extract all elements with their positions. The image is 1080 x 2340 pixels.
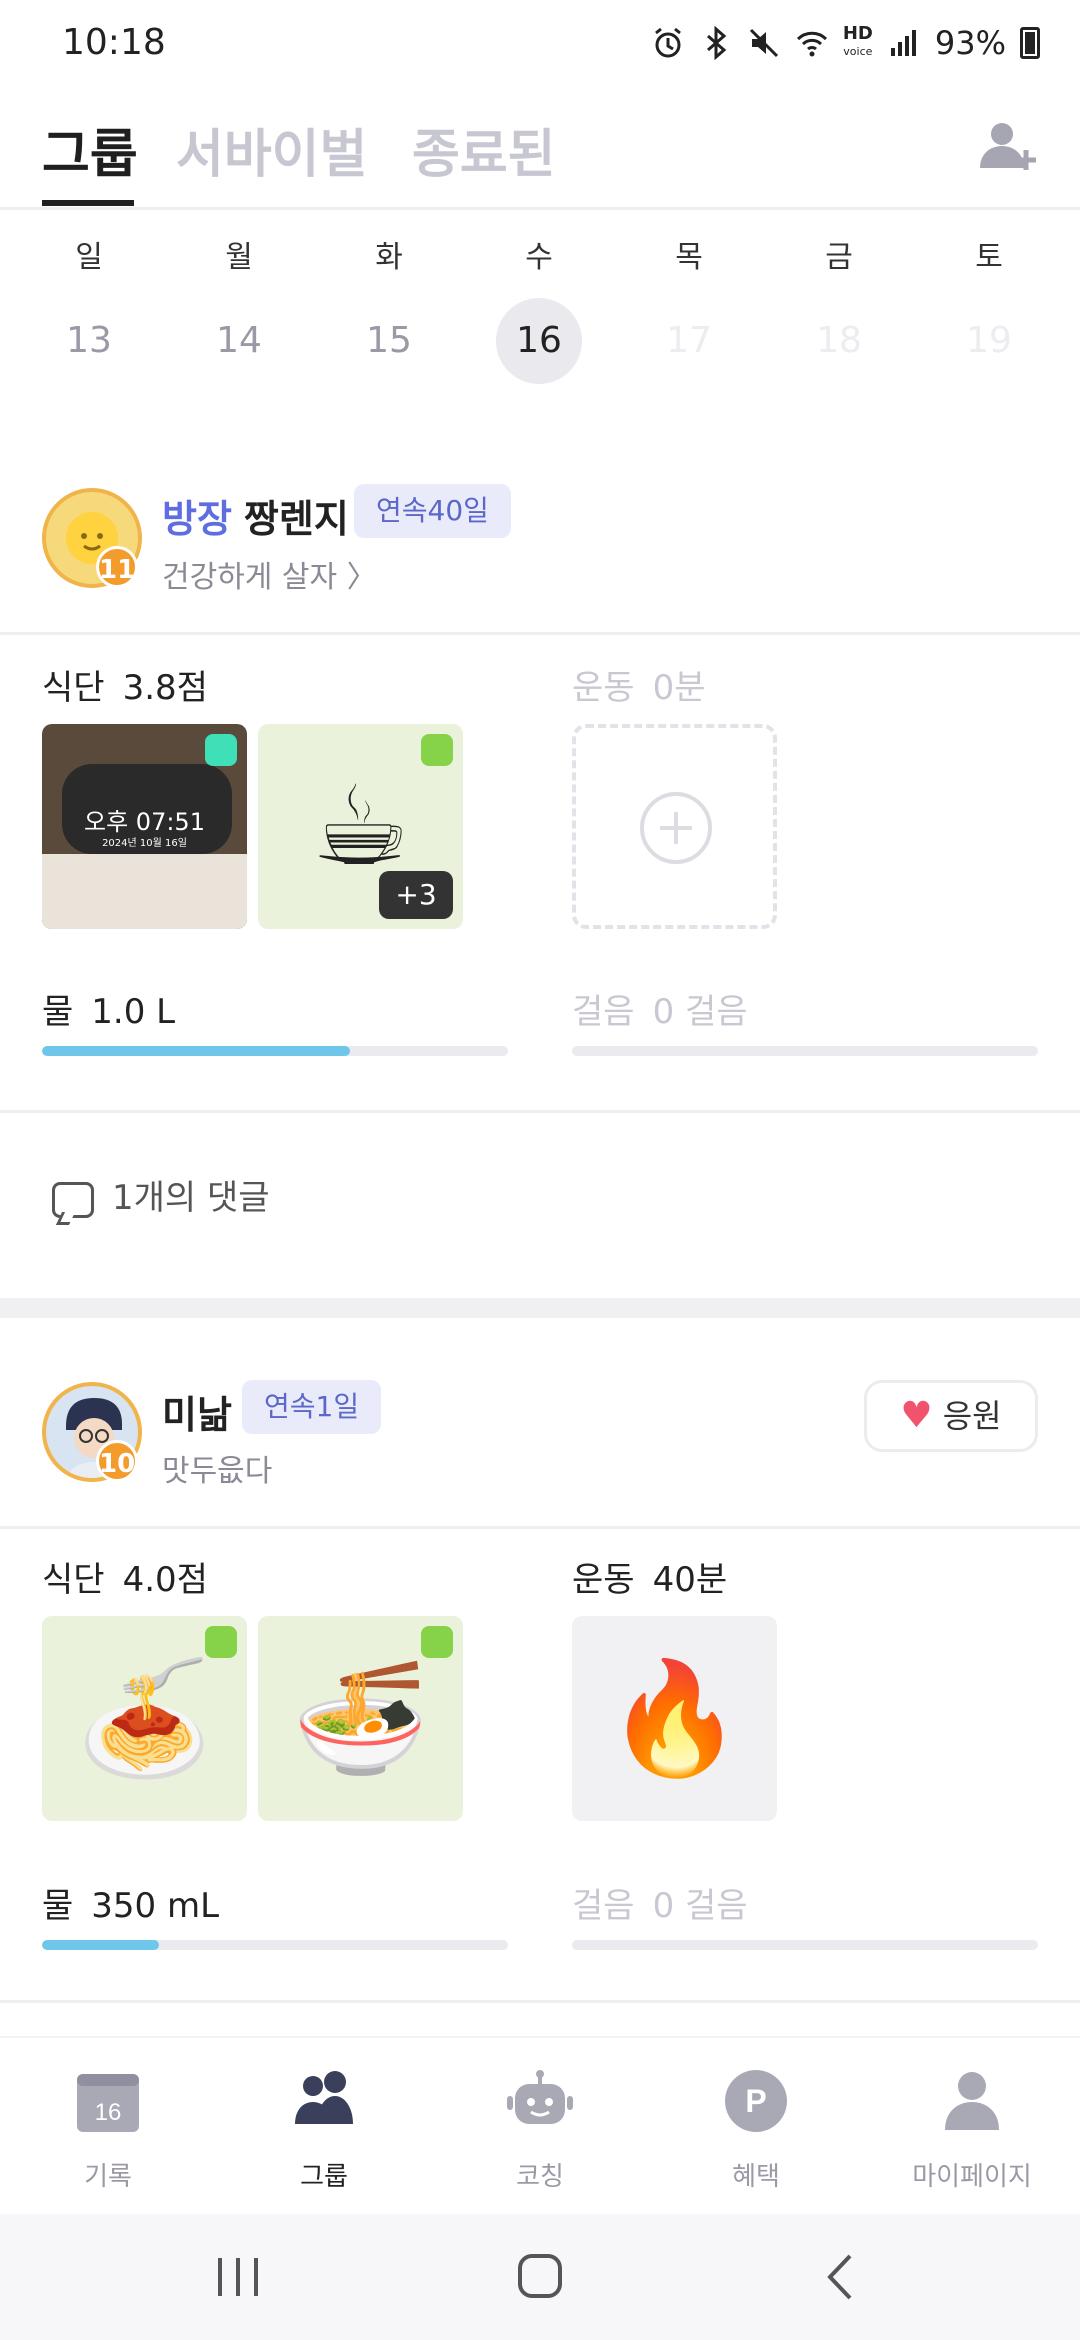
status-bar: 10:18 HD voice 93% — [0, 0, 1080, 92]
card-separator — [0, 1298, 1080, 1318]
streak-badge: 연속40일 — [354, 484, 511, 538]
calendar-day: 금 18 — [816, 240, 862, 361]
diet-score: 식단 3.8점 — [42, 668, 208, 708]
tab-ended[interactable]: 종료된 — [412, 112, 556, 187]
wifi-icon — [796, 31, 827, 57]
water-summary: 물 350 mL — [42, 1886, 220, 1926]
nav-record[interactable]: 16 기록 — [8, 2068, 208, 2193]
member-name[interactable]: 미낢 — [162, 1384, 232, 1439]
exercise-summary: 운동 40분 — [572, 1560, 728, 1600]
nav-benefits[interactable]: P 혜택 — [656, 2068, 856, 2193]
check-icon — [205, 1626, 237, 1658]
bluetooth-icon — [706, 26, 727, 60]
exercise-summary: 운동 0분 — [572, 668, 706, 708]
steps-summary: 걸음 0 걸음 — [572, 992, 748, 1032]
tab-survival[interactable]: 서바이벌 — [176, 112, 367, 187]
steps-progress-bar — [572, 1940, 1038, 1950]
svg-text:P: P — [745, 2083, 766, 2119]
check-icon — [421, 734, 453, 766]
bottom-nav: 16 기록 그룹 코칭 P 혜택 마이페이지 — [0, 2036, 1080, 2212]
signal-icon — [890, 30, 916, 56]
level-badge: 11 — [96, 546, 138, 588]
steps-progress-bar — [572, 1046, 1038, 1056]
tab-group[interactable]: 그룹 — [42, 112, 138, 187]
meal-photo[interactable]: 🍜 — [258, 1616, 463, 1821]
plus-icon — [640, 792, 712, 864]
android-nav-bar — [0, 2214, 1080, 2340]
exercise-photo[interactable]: 🔥 — [572, 1616, 777, 1821]
home-button[interactable] — [510, 2252, 570, 2302]
group-icon — [295, 2071, 353, 2124]
comment-icon — [52, 1181, 94, 1218]
status-message[interactable]: 건강하게 살자 〉 — [162, 552, 377, 596]
calendar-day[interactable]: 화 15 — [344, 232, 434, 384]
hd-voice-icon: HD voice — [842, 23, 873, 59]
meal-photo[interactable]: 오후 07:51 2024년 10월 16일 — [42, 724, 247, 929]
robot-icon — [507, 2070, 573, 2124]
streak-badge: 연속1일 — [242, 1380, 382, 1434]
alarm-icon — [654, 27, 681, 58]
nav-group[interactable]: 그룹 — [224, 2068, 424, 2193]
photo-timestamp: 오후 07:51 — [84, 808, 205, 836]
week-calendar: 일 13 월 14 화 15 수 16 목 17 금 18 토 19 — [0, 232, 1080, 392]
battery-percent: 93% — [934, 24, 1006, 62]
calendar-day[interactable]: 일 13 — [44, 232, 134, 384]
active-tab-indicator — [42, 200, 134, 206]
water-progress-bar — [42, 1046, 508, 1056]
svg-text:16: 16 — [95, 2099, 122, 2126]
person-icon — [945, 2072, 999, 2130]
back-button[interactable] — [812, 2252, 872, 2302]
add-friend-icon[interactable] — [976, 120, 1040, 176]
calendar-day[interactable]: 월 14 — [194, 232, 284, 384]
diet-score: 식단 4.0점 — [42, 1560, 208, 1600]
nav-coaching[interactable]: 코칭 — [440, 2068, 640, 2193]
recent-apps-button[interactable] — [208, 2252, 268, 2302]
nav-mypage[interactable]: 마이페이지 — [872, 2068, 1072, 2193]
calendar-day: 토 19 — [966, 240, 1012, 361]
chevron-right-icon: 〉 — [346, 560, 377, 595]
calendar-day-today[interactable]: 수 16 — [494, 232, 584, 384]
meal-photo[interactable]: 🍝 — [42, 1616, 247, 1821]
cheer-button[interactable]: ♥ 응원 — [864, 1380, 1038, 1452]
photo-date: 2024년 10월 16일 — [102, 838, 187, 849]
mute-icon — [749, 28, 778, 58]
level-badge: 10 — [96, 1440, 138, 1482]
group-tabs: 그룹 서바이벌 종료된 — [0, 92, 1080, 210]
calendar-icon: 16 — [77, 2074, 139, 2132]
calendar-day: 목 17 — [666, 240, 712, 361]
comments-link[interactable]: 1개의 댓글 — [52, 1170, 270, 1219]
check-icon — [421, 1626, 453, 1658]
heart-icon: ♥ — [900, 1395, 933, 1436]
water-progress-fill — [42, 1046, 350, 1056]
add-exercise-button[interactable] — [572, 724, 777, 929]
member-name[interactable]: 방장 짱렌지 — [162, 488, 349, 543]
check-icon — [205, 734, 237, 766]
steps-summary: 걸음 0 걸음 — [572, 1886, 748, 1926]
status-icons: HD voice 93% — [651, 24, 1040, 62]
water-progress-fill — [42, 1940, 159, 1950]
water-summary: 물 1.0 L — [42, 992, 176, 1032]
battery-icon — [1020, 27, 1040, 59]
status-message: 맛두읎다 — [162, 1454, 273, 1489]
water-progress-bar — [42, 1940, 508, 1950]
status-time: 10:18 — [62, 22, 166, 63]
fire-icon: 🔥 — [606, 1654, 743, 1782]
more-photos-badge: +3 — [379, 871, 453, 919]
owner-label: 방장 — [162, 497, 232, 541]
meal-photo[interactable]: ☕ +3 — [258, 724, 463, 929]
points-icon: P — [725, 2070, 787, 2132]
